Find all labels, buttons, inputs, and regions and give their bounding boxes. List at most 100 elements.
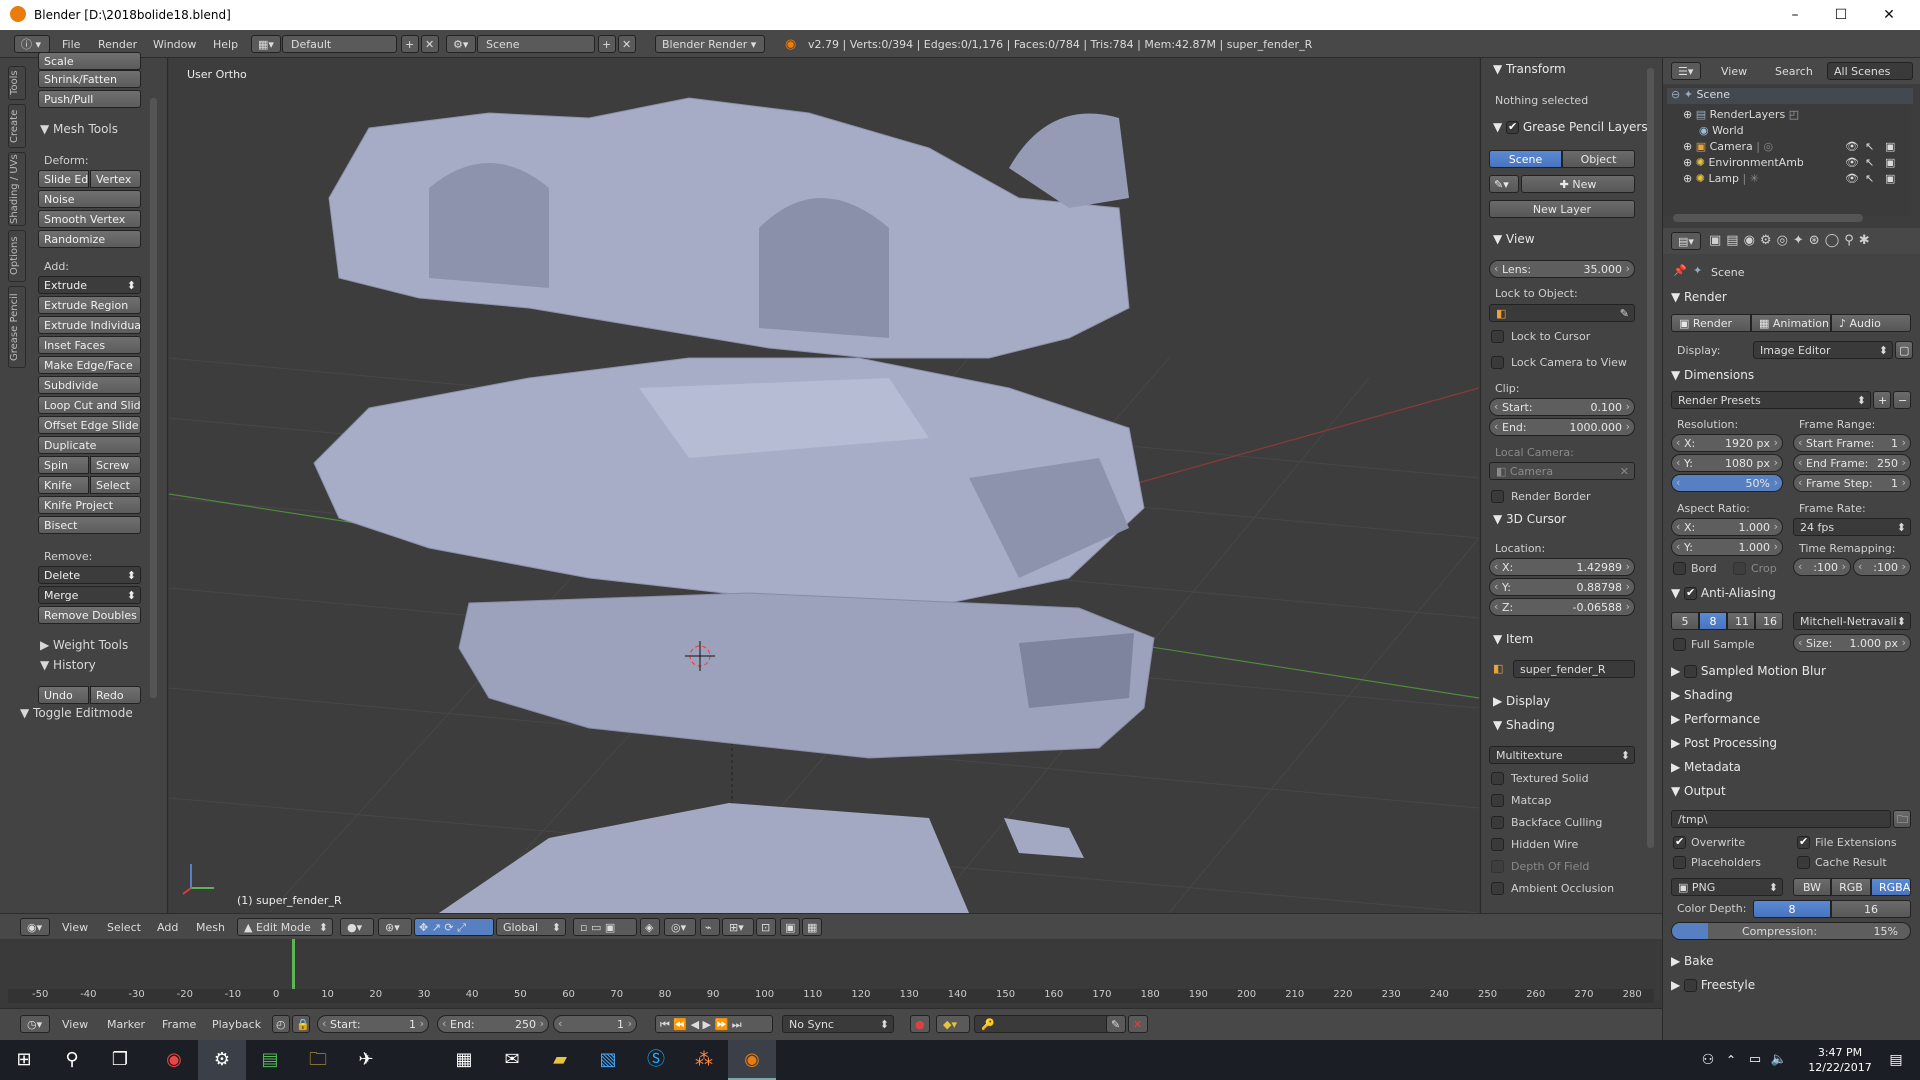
aa-samples-11[interactable]: 11 — [1727, 612, 1755, 630]
mail-icon[interactable]: ✉ — [488, 1040, 536, 1080]
timeline-menu-marker[interactable]: Marker — [107, 1018, 145, 1031]
color-depth-8[interactable]: 8 — [1753, 900, 1831, 918]
select-mode-icons[interactable]: ▫ ▭ ▣ — [573, 918, 637, 936]
shading-header[interactable]: ▼ Shading — [1493, 718, 1555, 732]
file-format-dropdown[interactable]: ▣ PNG ⬍ — [1671, 878, 1783, 896]
outliner-row-environment[interactable]: ⊕ ✺ EnvironmentAmbientLi — [1683, 156, 1803, 169]
display-dropdown[interactable]: Image Editor ⬍ — [1753, 341, 1893, 359]
toolshelf-scrollbar[interactable] — [150, 98, 157, 698]
clip-end-field[interactable]: End: 1000.000 — [1489, 418, 1635, 436]
tray-clock[interactable]: 3:47 PM 12/22/2017 — [1800, 1045, 1880, 1075]
tool-subdivide[interactable]: Subdivide — [38, 376, 141, 394]
tool-vertex-slide[interactable]: Vertex — [90, 170, 141, 188]
viewport-menu-add[interactable]: Add — [157, 921, 178, 934]
steam-icon[interactable]: ⚙ — [198, 1040, 246, 1080]
timeline-playhead[interactable] — [292, 939, 295, 989]
environment-select-icon[interactable]: ↖ — [1865, 156, 1874, 169]
history-header[interactable]: ▼ History — [40, 658, 96, 672]
render-engine-dropdown[interactable]: Blender Render ▾ — [655, 35, 765, 53]
mesh-tools-header[interactable]: ▼ Mesh Tools — [40, 122, 118, 136]
display-header[interactable]: ▶ Display — [1493, 694, 1550, 708]
motion-blur-header[interactable]: ▶ Sampled Motion Blur — [1671, 664, 1826, 678]
menu-help[interactable]: Help — [213, 38, 238, 51]
tab-tools[interactable]: Tools — [8, 66, 26, 100]
snap-icon[interactable]: ⌁ — [700, 918, 720, 936]
folder-icon[interactable]: 🗀 — [1893, 810, 1911, 828]
aspect-y-field[interactable]: Y:1.000 — [1671, 538, 1783, 556]
camera-render-icon[interactable]: ▣ — [1885, 140, 1895, 153]
audio-button[interactable]: ♪ Audio — [1831, 314, 1911, 332]
anti-aliasing-header[interactable]: ▼ Anti-Aliasing — [1671, 586, 1776, 600]
tab-grease-pencil[interactable]: Grease Pencil — [8, 286, 26, 368]
notifications-icon[interactable]: ▤ — [1872, 1040, 1920, 1080]
gp-new-button[interactable]: ✚ New — [1521, 175, 1635, 193]
start-frame-field[interactable]: Start Frame:1 — [1793, 434, 1911, 452]
snap-settings-icon[interactable]: ⊡ — [756, 918, 776, 936]
lock-icon[interactable]: 🔒 — [292, 1015, 310, 1033]
timeline-menu-view[interactable]: View — [62, 1018, 88, 1031]
shading-panel-header[interactable]: ▶ Shading — [1671, 688, 1733, 702]
render-presets-dropdown[interactable]: Render Presets ⬍ — [1671, 391, 1871, 409]
cache-result-checkbox[interactable] — [1797, 856, 1810, 869]
item-header[interactable]: ▼ Item — [1493, 632, 1533, 646]
tool-scale[interactable]: Scale — [38, 52, 141, 70]
ambient-occlusion-checkbox[interactable] — [1491, 882, 1504, 895]
gp-object-tab[interactable]: Object — [1562, 150, 1635, 168]
textured-solid-checkbox[interactable] — [1491, 772, 1504, 785]
notepad-icon[interactable]: ▤ — [246, 1040, 294, 1080]
menu-render[interactable]: Render — [98, 38, 137, 51]
screen-layout-icon[interactable]: ▦▾ — [251, 35, 281, 53]
menu-window[interactable]: Window — [153, 38, 196, 51]
add-screen-icon[interactable]: + — [401, 35, 419, 53]
aa-filter-dropdown[interactable]: Mitchell-Netravali ⬍ — [1793, 612, 1911, 630]
undo-button[interactable]: Undo — [38, 686, 89, 704]
render-preview-icon[interactable]: ▣ — [780, 918, 800, 936]
crop-checkbox[interactable] — [1733, 562, 1746, 575]
outliner-hscrollbar[interactable] — [1673, 214, 1863, 222]
anti-aliasing-checkbox[interactable] — [1684, 586, 1698, 600]
snap-target-icon[interactable]: ⊞▾ — [722, 918, 754, 936]
res-y-field[interactable]: Y:1080 px — [1671, 454, 1783, 472]
color-mode-bw[interactable]: BW — [1793, 878, 1831, 896]
bake-header[interactable]: ▶ Bake — [1671, 954, 1714, 968]
orientation-dropdown[interactable]: Global ⬍ — [496, 918, 566, 936]
tool-knife-project[interactable]: Knife Project — [38, 496, 141, 514]
remap-new-field[interactable]: :100 — [1853, 558, 1911, 576]
add-scene-icon[interactable]: + — [598, 35, 616, 53]
overwrite-checkbox[interactable] — [1673, 835, 1686, 849]
clip-start-field[interactable]: Start: 0.100 — [1489, 398, 1635, 416]
tool-remove-doubles[interactable]: Remove Doubles — [38, 606, 141, 624]
viewport-3d[interactable]: User Ortho (1) super_fender_R — [169, 58, 1479, 913]
local-camera-field[interactable]: ◧ Camera ✕ — [1489, 462, 1635, 480]
viewport-shading-dropdown[interactable]: ●▾ — [340, 918, 374, 936]
delete-keyframe-icon[interactable]: ✕ — [1128, 1015, 1148, 1033]
render-display-icon[interactable]: ▢ — [1895, 341, 1913, 359]
remove-screen-icon[interactable]: ✕ — [421, 35, 439, 53]
tool-select[interactable]: Select — [90, 476, 141, 494]
grease-pencil-header[interactable]: ▼ Grease Pencil Layers — [1493, 120, 1648, 134]
scene-field[interactable]: Scene — [477, 35, 595, 53]
hidden-wire-checkbox[interactable] — [1491, 838, 1504, 851]
tool-shrink-fatten[interactable]: Shrink/Fatten — [38, 70, 141, 88]
tool-randomize[interactable]: Randomize — [38, 230, 141, 248]
color-mode-rgb[interactable]: RGB — [1831, 878, 1871, 896]
outliner-row-lamp[interactable]: ⊕ ✺ Lamp | ✳ — [1683, 172, 1759, 185]
compression-slider[interactable]: Compression: 15% — [1671, 922, 1911, 940]
tool-make-edge-face[interactable]: Make Edge/Face — [38, 356, 141, 374]
viewport-menu-select[interactable]: Select — [107, 921, 141, 934]
border-checkbox[interactable] — [1673, 562, 1686, 575]
lamp-select-icon[interactable]: ↖ — [1865, 172, 1874, 185]
transform-header[interactable]: ▼ Transform — [1493, 62, 1566, 76]
outliner-row-camera[interactable]: ⊕ ▣ Camera | ◎ — [1683, 140, 1773, 153]
viewport-menu-mesh[interactable]: Mesh — [196, 921, 225, 934]
tool-spin[interactable]: Spin — [38, 456, 89, 474]
start-icon[interactable]: ⊞ — [0, 1040, 48, 1080]
freestyle-header[interactable]: ▶ Freestyle — [1671, 978, 1755, 992]
cursor-x-field[interactable]: X:1.42989 — [1489, 558, 1635, 576]
chrome-icon[interactable]: ◉ — [150, 1040, 198, 1080]
tool-offset-edge-slide[interactable]: Offset Edge Slide — [38, 416, 141, 434]
motion-blur-checkbox[interactable] — [1684, 665, 1698, 678]
output-path-field[interactable]: /tmp\ — [1671, 810, 1891, 828]
remove-scene-icon[interactable]: ✕ — [618, 35, 636, 53]
menu-file[interactable]: File — [62, 38, 80, 51]
